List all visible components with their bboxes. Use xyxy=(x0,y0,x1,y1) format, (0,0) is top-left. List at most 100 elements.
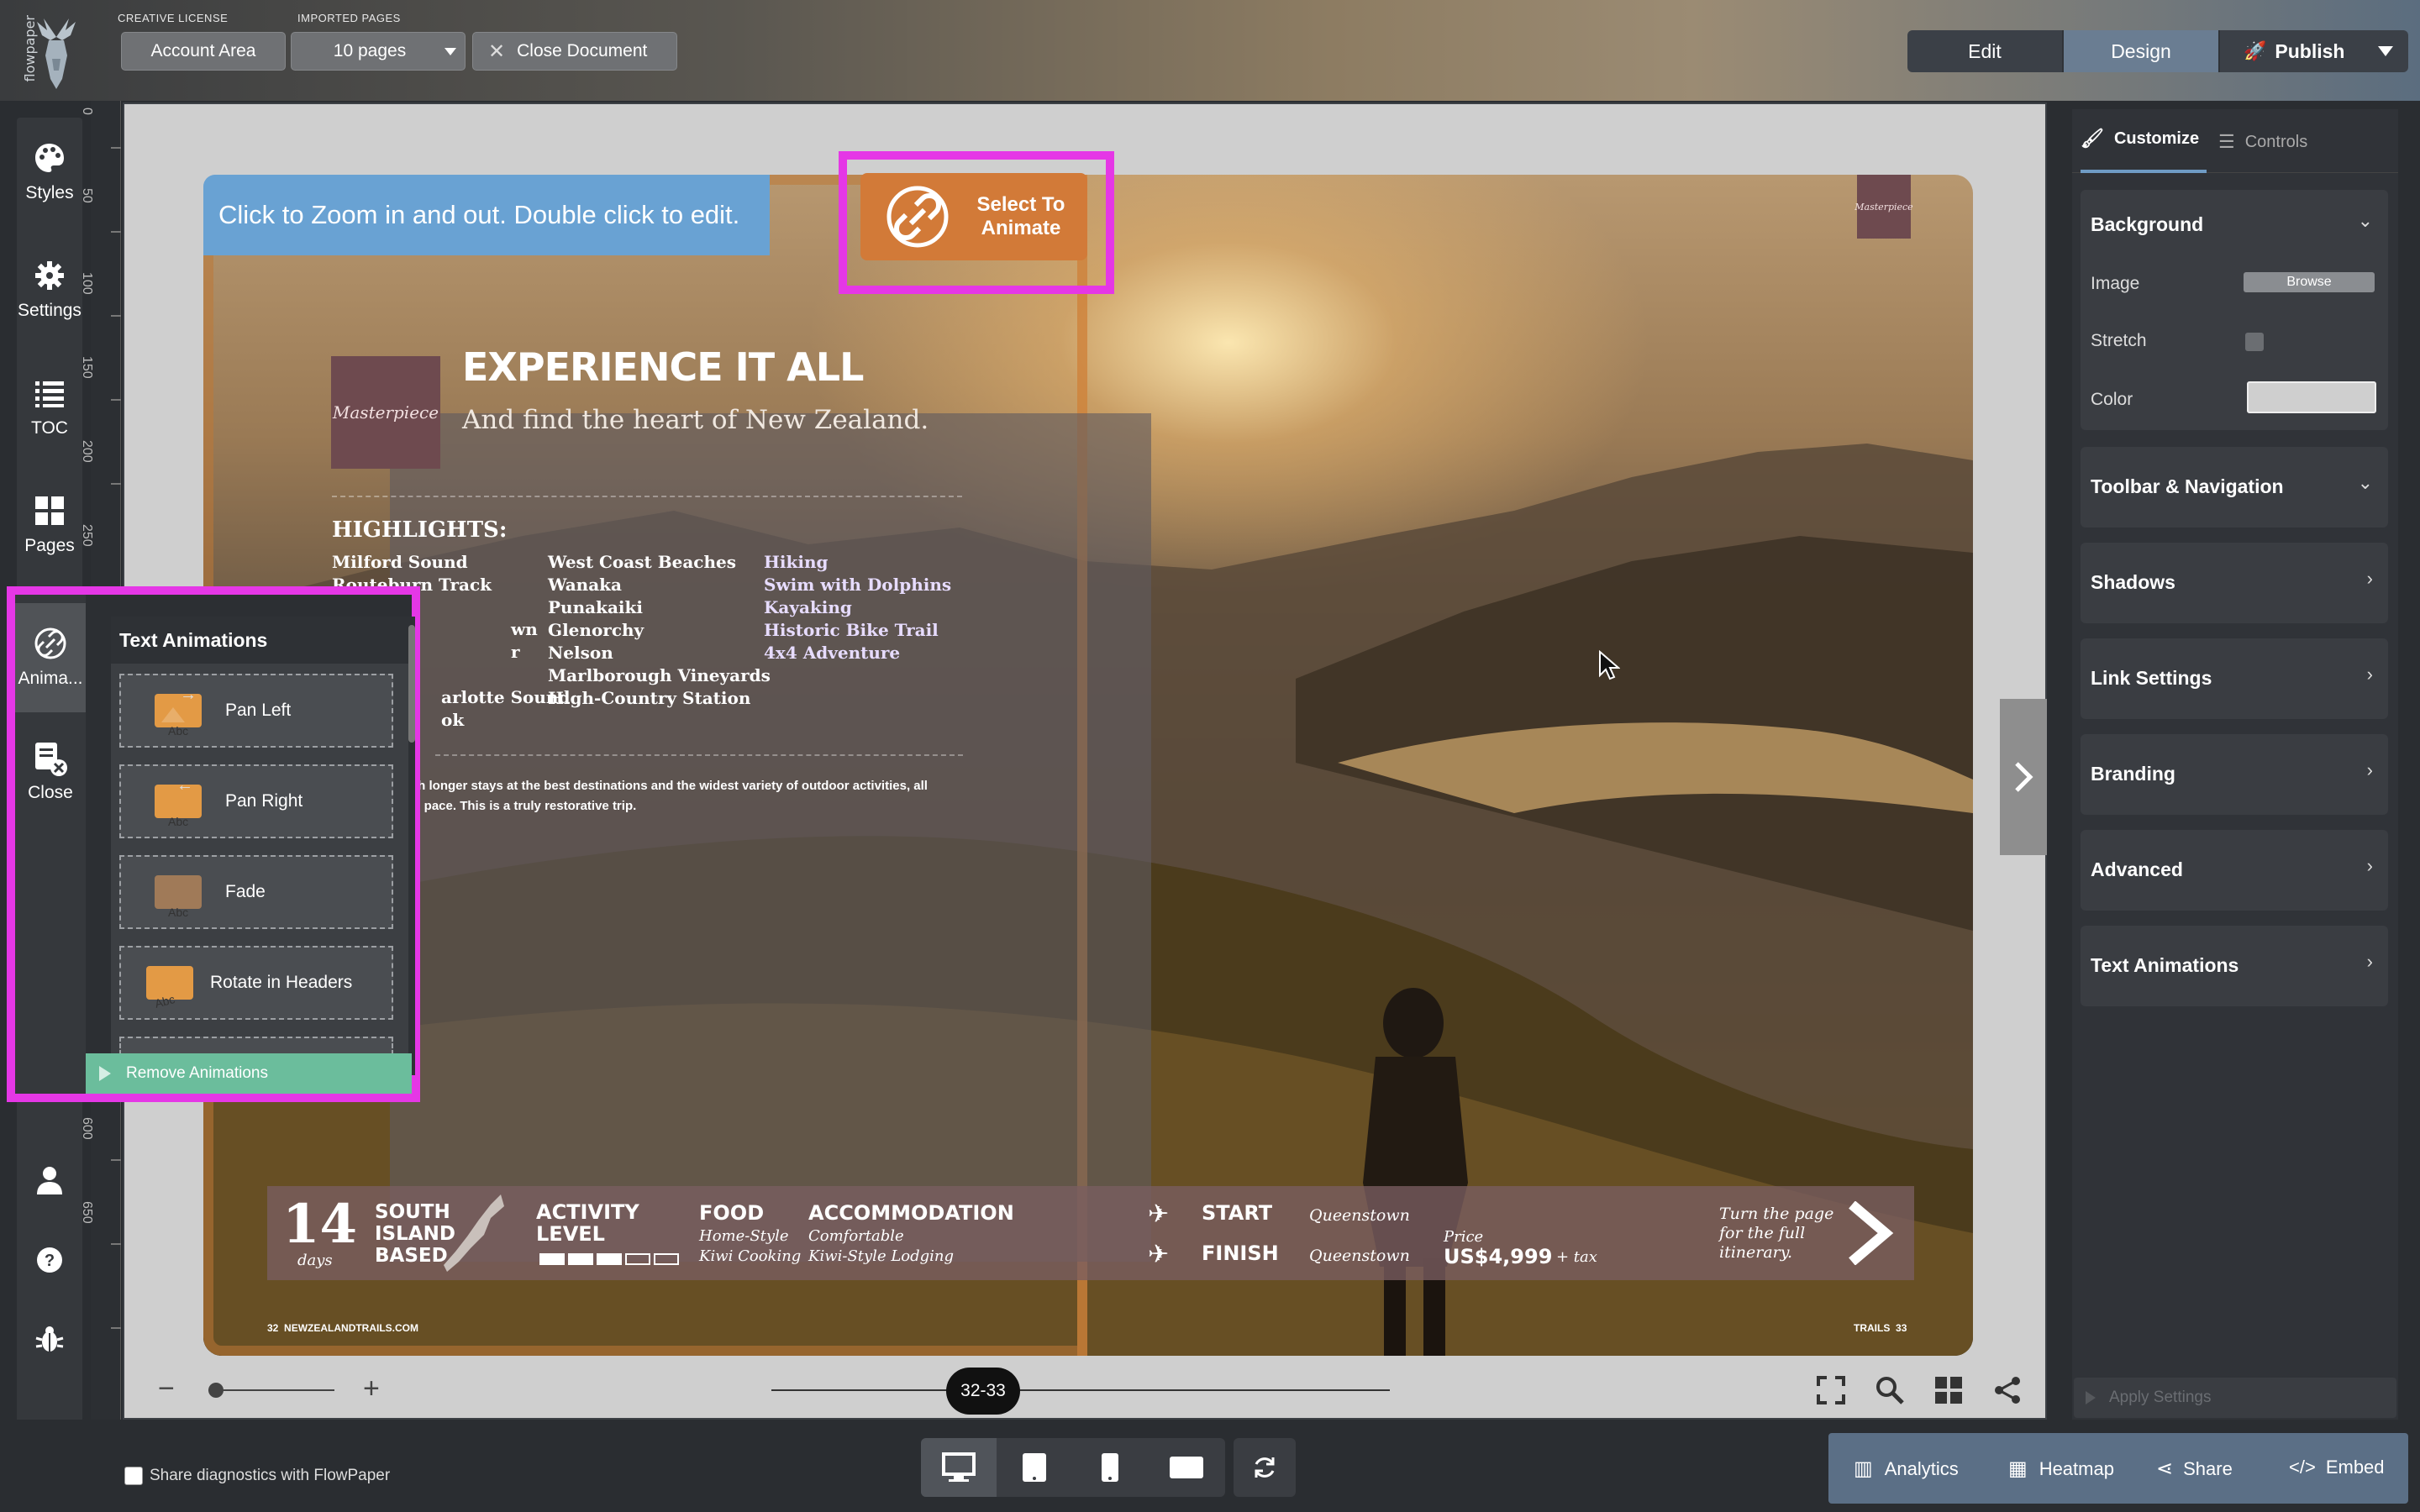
animation-pan-right[interactable]: Abc ← Pan Right xyxy=(119,764,393,838)
diagnostics-option[interactable]: Share diagnostics with FlowPaper xyxy=(124,1467,390,1485)
select-to-animate-button[interactable]: Select To Animate xyxy=(860,173,1087,260)
diagnostics-checkbox[interactable] xyxy=(124,1467,143,1485)
trip-summary-strip[interactable] xyxy=(267,1186,1914,1280)
spread-subtitle[interactable]: And find the heart of New Zealand. xyxy=(462,405,929,435)
close-document-label: Close Document xyxy=(517,41,648,60)
next-page-tab[interactable] xyxy=(2000,699,2047,855)
phone-icon xyxy=(1102,1453,1118,1482)
sidebar-item-close[interactable]: Close xyxy=(15,726,86,818)
description-line: ith longer stays at the best destination… xyxy=(410,779,928,793)
ruler-tick xyxy=(111,1159,121,1161)
embed-button[interactable]: </> Embed xyxy=(2289,1457,2385,1478)
zoom-slider-handle[interactable] xyxy=(208,1383,224,1398)
account-area-button[interactable]: Account Area xyxy=(121,32,286,71)
zoom-out-button[interactable]: − xyxy=(158,1373,175,1405)
link-settings-section[interactable]: Link Settings › xyxy=(2081,638,2388,719)
tab-controls[interactable]: ☰ Controls xyxy=(2218,131,2307,153)
play-icon xyxy=(2086,1391,2096,1404)
ruler-tick xyxy=(111,1243,121,1245)
text-animations-section[interactable]: Text Animations › xyxy=(2081,926,2388,1006)
page-slider-track[interactable] xyxy=(771,1389,1390,1391)
trip-description[interactable]: ith longer stays at the best destination… xyxy=(410,776,965,816)
shadows-section[interactable]: Shadows › xyxy=(2081,543,2388,623)
zoom-in-button[interactable]: + xyxy=(363,1373,380,1405)
section-title: Toolbar & Navigation xyxy=(2091,475,2284,497)
background-section-title[interactable]: Background xyxy=(2091,213,2203,236)
stretch-checkbox[interactable] xyxy=(2245,333,2264,351)
scrollbar-thumb[interactable] xyxy=(408,625,415,743)
desktop-preview-button[interactable] xyxy=(921,1438,997,1497)
footer-right: TRAILS 33 xyxy=(1854,1322,1907,1334)
pages-select[interactable]: 10 pages xyxy=(291,32,466,71)
highlight-item: Historic Bike Trail xyxy=(764,620,939,640)
pan-right-preview-icon: Abc ← xyxy=(155,776,207,828)
caret-down-icon xyxy=(445,48,456,55)
section-title: Link Settings xyxy=(2091,667,2212,689)
edit-mode-button[interactable]: Edit xyxy=(1907,30,2062,72)
diagnostics-label: Share diagnostics with FlowPaper xyxy=(150,1467,391,1484)
branding-section[interactable]: Branding › xyxy=(2081,734,2388,815)
section-title: Shadows xyxy=(2091,571,2175,593)
animation-rotate-in-headers[interactable]: Abc Rotate in Headers xyxy=(119,946,393,1020)
days-label: days xyxy=(297,1252,333,1269)
apply-settings-button[interactable]: Apply Settings xyxy=(2074,1378,2396,1418)
refresh-button[interactable] xyxy=(1234,1438,1296,1497)
remove-animations-button[interactable]: Remove Animations xyxy=(86,1053,412,1094)
section-title: Advanced xyxy=(2091,858,2183,880)
meter-segment xyxy=(568,1253,593,1265)
browse-button[interactable]: Browse xyxy=(2244,272,2375,292)
advanced-section[interactable]: Advanced › xyxy=(2081,830,2388,911)
activity-text: ACTIVITY xyxy=(536,1200,639,1224)
sidebar-item-toc[interactable]: TOC xyxy=(17,361,82,454)
highlights-column-3[interactable]: Hiking Swim with Dolphins Kayaking Histo… xyxy=(764,551,951,664)
turn-page-note: Turn the page for the full itinerary. xyxy=(1719,1205,1833,1263)
publish-caret-icon[interactable] xyxy=(2378,46,2393,56)
color-swatch[interactable] xyxy=(2247,381,2376,413)
highlight-item: Marlborough Vineyards xyxy=(548,665,771,685)
ruler-tick xyxy=(111,147,121,149)
sidebar-item-styles[interactable]: Styles xyxy=(17,126,82,218)
zoom-slider-track[interactable] xyxy=(208,1389,334,1391)
landscape-preview-button[interactable] xyxy=(1148,1438,1225,1497)
animation-fade[interactable]: Abc Fade xyxy=(119,855,393,929)
animation-pan-left[interactable]: Abc → Pan Left xyxy=(119,674,393,748)
spread-title[interactable]: EXPERIENCE IT ALL xyxy=(462,344,864,390)
highlight-item: High-Country Station xyxy=(548,688,751,708)
chevron-down-icon[interactable]: ⌄ xyxy=(2358,210,2373,232)
days-number: 14 xyxy=(282,1193,358,1256)
user-button[interactable] xyxy=(17,1151,82,1210)
animation-list-scrollbar[interactable] xyxy=(408,617,415,1075)
sidebar-item-pages[interactable]: Pages xyxy=(17,479,82,571)
publish-button[interactable]: 🚀 Publish xyxy=(2218,30,2408,72)
fullscreen-icon[interactable] xyxy=(1817,1376,1845,1404)
share-button[interactable]: ⋖ Share xyxy=(2156,1457,2233,1481)
device-preview-switcher xyxy=(921,1438,1225,1497)
thumbnails-icon[interactable] xyxy=(1934,1376,1963,1404)
share-icon[interactable] xyxy=(1993,1376,2022,1404)
highlight-item: Swim with Dolphins xyxy=(764,575,952,595)
search-icon[interactable] xyxy=(1876,1376,1904,1404)
finish-city: Queenstown xyxy=(1309,1247,1410,1265)
toolbar-navigation-section[interactable]: Toolbar & Navigation ⌄ xyxy=(2081,447,2388,528)
chevron-down-icon: ⌄ xyxy=(2357,472,2373,493)
user-icon xyxy=(37,1167,62,1194)
highlights-heading[interactable]: HIGHLIGHTS: xyxy=(332,517,507,543)
chevron-right-icon: › xyxy=(2366,855,2373,876)
close-document-button[interactable]: ✕ Close Document xyxy=(472,32,677,71)
page-indicator[interactable]: 32-33 xyxy=(946,1368,1020,1415)
debug-button[interactable] xyxy=(17,1310,82,1369)
ruler-mark: 0 xyxy=(80,108,94,115)
sidebar-label-settings: Settings xyxy=(18,301,82,320)
tab-customize[interactable]: 🖌 Customize xyxy=(2081,128,2199,150)
phone-preview-button[interactable] xyxy=(1072,1438,1148,1497)
tablet-preview-button[interactable] xyxy=(997,1438,1072,1497)
highlights-column-2[interactable]: West Coast Beaches Wanaka Punakaiki Glen… xyxy=(548,551,771,710)
heatmap-button[interactable]: ▦ Heatmap xyxy=(2008,1457,2114,1481)
sidebar-item-animations[interactable]: Anima... xyxy=(15,603,86,712)
rotate-preview-icon: Abc xyxy=(146,963,198,1011)
analytics-button[interactable]: ▥ Analytics xyxy=(1854,1457,1959,1481)
help-button[interactable]: ? xyxy=(17,1231,82,1289)
sidebar-item-settings[interactable]: Settings xyxy=(17,244,82,336)
brand-wordmark: flowpaper xyxy=(22,15,38,82)
design-mode-button[interactable]: Design xyxy=(2062,30,2218,72)
